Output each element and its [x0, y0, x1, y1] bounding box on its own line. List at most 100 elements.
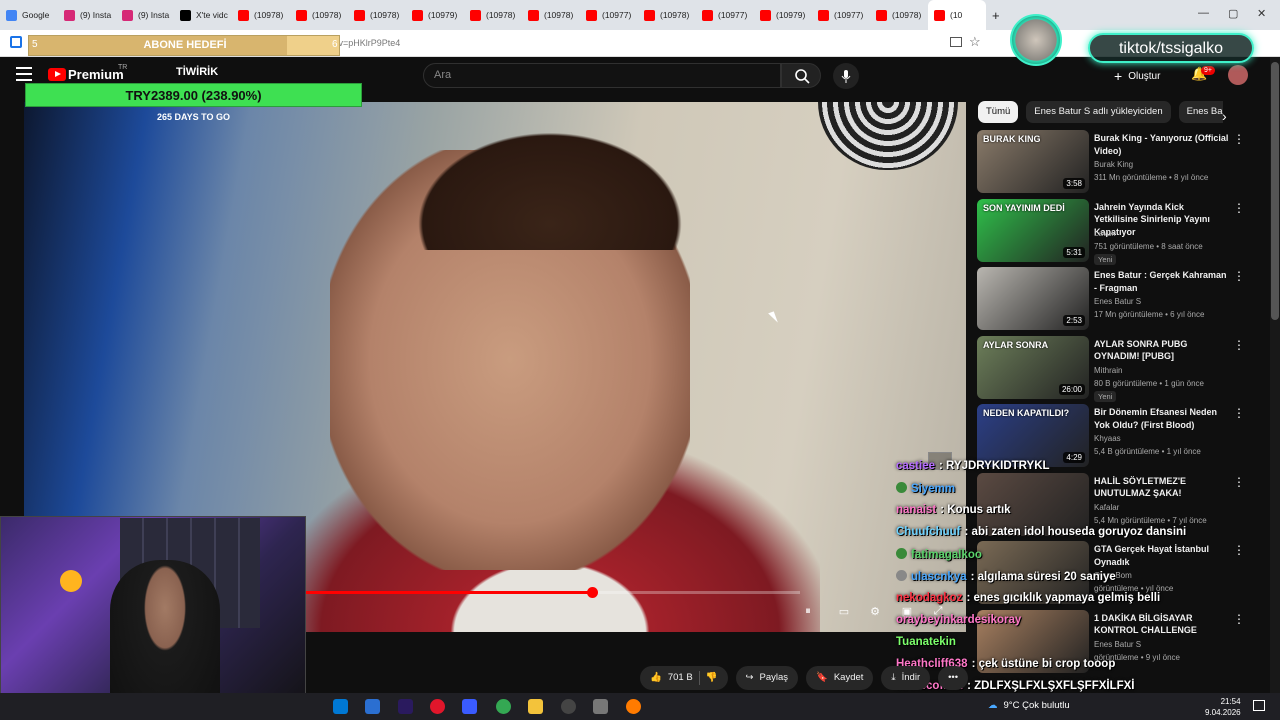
video-title[interactable]: Burak King - Yanıyoruz (Official Video): [1094, 132, 1230, 157]
search-button[interactable]: [781, 63, 821, 88]
channel-name[interactable]: Burak King: [1094, 160, 1133, 169]
youtube-logo-icon[interactable]: [48, 68, 66, 81]
minimize-button[interactable]: —: [1198, 7, 1209, 19]
more-options-icon[interactable]: ⋮: [1233, 475, 1245, 489]
browser-tab[interactable]: (10978): [290, 0, 348, 30]
store-icon[interactable]: [333, 699, 348, 714]
browser-tab[interactable]: (10979): [754, 0, 812, 30]
share-button[interactable]: ↪ Paylaş: [735, 666, 798, 690]
video-thumbnail[interactable]: BURAK KING 3:58: [977, 130, 1089, 193]
more-options-icon[interactable]: ⋮: [1233, 612, 1245, 626]
chat-message: ulascnkya: algılama süresi 20 saniye: [896, 570, 1116, 583]
search-input[interactable]: Ara: [423, 63, 781, 88]
system-clock[interactable]: 21:54 9.04.2026: [1205, 696, 1241, 718]
hamburger-menu-icon[interactable]: [16, 67, 32, 81]
premiere-icon[interactable]: [398, 699, 413, 714]
weather-widget[interactable]: ☁ 9°C Çok bulutlu: [988, 700, 1070, 711]
account-avatar[interactable]: [1228, 65, 1248, 85]
tab-label: (10979): [776, 10, 806, 20]
scrollbar-thumb[interactable]: [1271, 62, 1279, 320]
more-options-icon[interactable]: ⋮: [1233, 201, 1245, 215]
recommended-video[interactable]: 2:53 Enes Batur : Gerçek Kahraman - Fragm…: [977, 267, 1257, 331]
video-thumbnail[interactable]: NEDEN KAPATILDI? 4:29: [977, 404, 1089, 467]
premium-label[interactable]: Premium: [68, 67, 124, 82]
video-title[interactable]: Enes Batur : Gerçek Kahraman - Fragman: [1094, 269, 1230, 294]
video-title[interactable]: 1 DAKİKA BİLGİSAYAR KONTROL CHALLENGE: [1094, 612, 1230, 637]
maximize-button[interactable]: ▢: [1228, 7, 1238, 20]
video-title[interactable]: HALİL SÖYLETMEZ'E UNUTULMAZ ŞAKA!: [1094, 475, 1230, 500]
browser-tab[interactable]: (10978): [232, 0, 290, 30]
browser-tab[interactable]: (10978): [870, 0, 928, 30]
opera-icon[interactable]: [430, 699, 445, 714]
new-tab-button[interactable]: +: [986, 0, 1006, 30]
channel-name[interactable]: Lavuk: [1094, 229, 1115, 238]
chevron-right-icon[interactable]: ›: [1222, 108, 1227, 124]
browser-tab[interactable]: (10977): [812, 0, 870, 30]
bookmark-star-icon[interactable]: ☆: [969, 34, 981, 50]
tab-label: (10978): [544, 10, 574, 20]
channel-name[interactable]: Enes Batur S: [1094, 297, 1141, 306]
recommended-video[interactable]: SON YAYINIM DEDİ 5:31 Jahrein Yayında Kick…: [977, 198, 1257, 265]
recommended-video[interactable]: AYLAR SONRA 26:00 AYLAR SONRA PUBG OYNADIM…: [977, 335, 1257, 402]
voice-search-button[interactable]: [833, 63, 859, 89]
channel-name[interactable]: Kafalar: [1094, 503, 1119, 512]
tool-icon[interactable]: [593, 699, 608, 714]
app-icon[interactable]: [462, 699, 477, 714]
more-options-icon[interactable]: ⋮: [1233, 543, 1245, 557]
close-window-button[interactable]: ✕: [1257, 7, 1266, 20]
browser-tab[interactable]: (9) Insta: [116, 0, 174, 30]
download-button[interactable]: ⤓ İndir: [881, 666, 931, 690]
subscriber-goal-start: 5: [32, 39, 38, 50]
channel-name[interactable]: Khyaas: [1094, 434, 1121, 443]
chrome-icon[interactable]: [496, 699, 511, 714]
outlook-icon[interactable]: [365, 699, 380, 714]
channel-name[interactable]: Enes Batur S: [1094, 640, 1141, 649]
tab-actions-icon[interactable]: [10, 36, 22, 48]
browser-tab[interactable]: (10978): [464, 0, 522, 30]
firefox-icon[interactable]: [626, 699, 641, 714]
tiktok-avatar: [1010, 14, 1062, 66]
notification-center-icon[interactable]: [1253, 700, 1265, 711]
create-button[interactable]: + Oluştur: [1114, 64, 1160, 88]
more-actions-button[interactable]: •••: [938, 666, 969, 690]
more-options-icon[interactable]: ⋮: [1233, 269, 1245, 283]
thumbs-down-icon[interactable]: 👎: [706, 666, 718, 690]
recommended-video[interactable]: BURAK KING 3:58 Burak King - Yanıyoruz (Of…: [977, 130, 1257, 194]
browser-tab[interactable]: Google: [0, 0, 58, 30]
filter-chip[interactable]: Tümü: [978, 101, 1019, 123]
browser-tab[interactable]: (10977): [580, 0, 638, 30]
video-title[interactable]: AYLAR SONRA PUBG OYNADIM! [PUBG]: [1094, 338, 1230, 363]
video-thumbnail[interactable]: SON YAYINIM DEDİ 5:31: [977, 198, 1089, 262]
video-thumbnail[interactable]: 2:53: [977, 267, 1089, 330]
subtitles-icon[interactable]: ▭: [836, 605, 852, 619]
tab-favicon-icon: [644, 9, 655, 21]
save-button[interactable]: 🔖 Kaydet: [806, 666, 874, 690]
video-title[interactable]: GTA Gerçek Hayat İstanbul Oynadık: [1094, 543, 1230, 568]
like-button[interactable]: 👍 701 B 👎: [640, 666, 728, 690]
tab-favicon-icon: [586, 9, 597, 21]
browser-tab[interactable]: (10978): [522, 0, 580, 30]
video-thumbnail[interactable]: AYLAR SONRA 26:00: [977, 335, 1089, 399]
download-icon: ⤓: [891, 672, 896, 683]
browser-tab[interactable]: (10978): [638, 0, 696, 30]
browser-tab[interactable]: X'te vidc: [174, 0, 232, 30]
more-options-icon[interactable]: ⋮: [1233, 132, 1245, 146]
thumbnail-text: BURAK KING: [983, 134, 1041, 144]
video-title[interactable]: Bir Dönemin Efsanesi Neden Yok Oldu? (Fi…: [1094, 406, 1230, 431]
filter-chip[interactable]: Enes Batur S adlı yükleyiciden: [1026, 101, 1171, 123]
obs-icon[interactable]: [561, 699, 576, 714]
folder-icon[interactable]: [528, 699, 543, 714]
browser-tab[interactable]: (10977): [696, 0, 754, 30]
browser-tab[interactable]: (10978): [348, 0, 406, 30]
filter-chip[interactable]: Enes Ba: [1178, 101, 1223, 123]
more-options-icon[interactable]: ⋮: [1233, 406, 1245, 420]
browser-tab[interactable]: (9) Insta: [58, 0, 116, 30]
channel-name[interactable]: Mithrain: [1094, 366, 1122, 375]
more-options-icon[interactable]: ⋮: [1233, 338, 1245, 352]
recommended-video[interactable]: NEDEN KAPATILDI? 4:29 Bir Dönemin Efsanesi…: [977, 404, 1257, 468]
screenshot-icon[interactable]: [950, 37, 962, 47]
browser-tab[interactable]: (10979): [406, 0, 464, 30]
autoplay-toggle-icon[interactable]: ⏸: [800, 605, 816, 619]
settings-gear-icon[interactable]: ⚙: [867, 605, 883, 619]
browser-tab[interactable]: (10: [928, 0, 986, 30]
